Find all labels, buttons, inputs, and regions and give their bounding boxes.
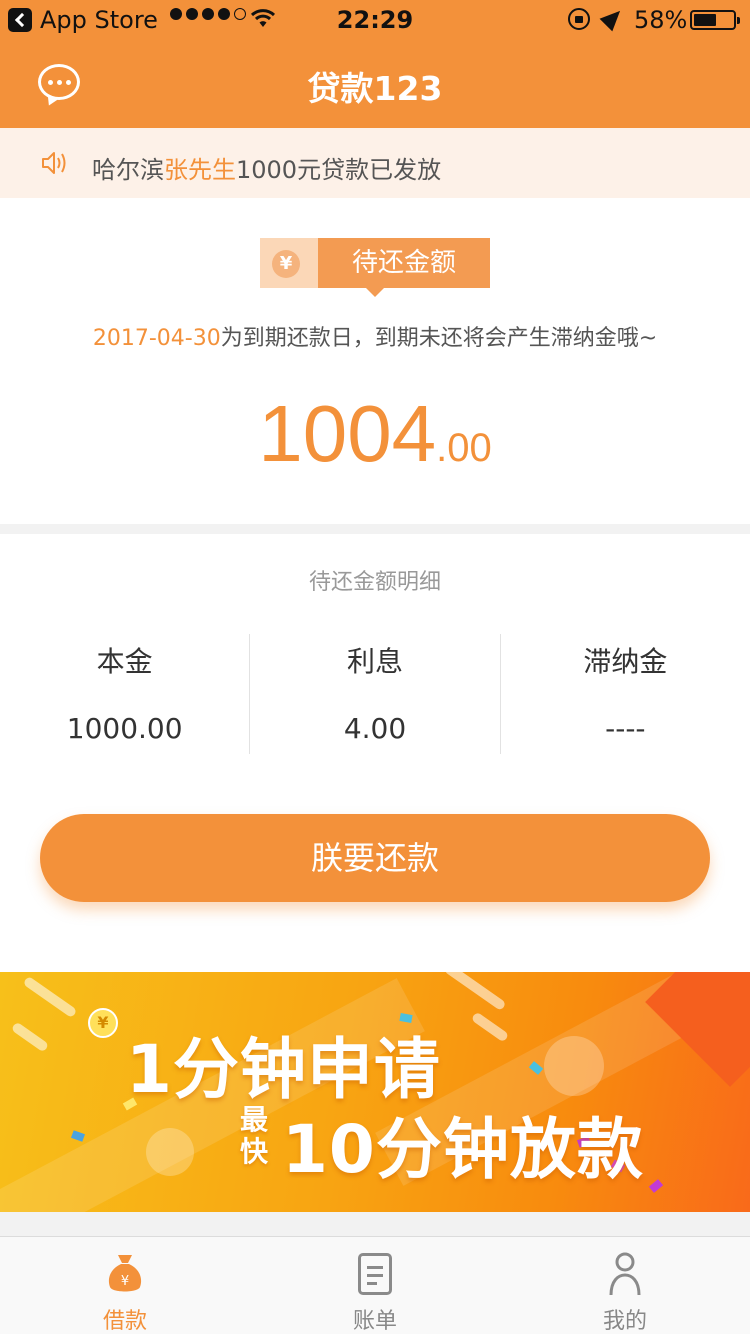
yen-coin-icon: ¥ [272, 250, 300, 278]
notice-highlight-name: 张先生 [164, 156, 236, 184]
rotation-lock-icon [568, 8, 590, 30]
coin-icon: ¥ [88, 1008, 118, 1038]
bill-icon [358, 1253, 392, 1295]
notice-text: 哈尔滨张先生1000元贷款已发放 [92, 156, 442, 184]
interest-label: 利息 [346, 645, 403, 678]
banner-subheadline: 10分钟放款 [282, 1111, 644, 1188]
money-bag-icon: ¥ [108, 1255, 142, 1292]
nav-bar: 贷款123 [0, 40, 750, 128]
page-title: 贷款123 [307, 69, 443, 108]
pending-amount: 1004.00 [258, 389, 492, 478]
svg-text:¥: ¥ [121, 1274, 129, 1289]
repayment-card: ¥ 待还金额 2017-04-30为到期还款日，到期未还将会产生滞纳金哦~ 10… [0, 198, 750, 524]
due-date: 2017-04-30 [92, 326, 221, 351]
tab-borrow-label: 借款 [102, 1309, 147, 1334]
interest-value: 4.00 [343, 712, 407, 745]
detail-card: 待还金额明细 本金 1000.00 利息 4.00 滞纳金 ---- 朕要还款 [0, 534, 750, 972]
detail-columns: 本金 1000.00 利息 4.00 滞纳金 ---- [0, 634, 750, 754]
tab-bills[interactable]: 账单 [250, 1237, 500, 1334]
due-date-notice: 2017-04-30为到期还款日，到期未还将会产生滞纳金哦~ [92, 326, 658, 351]
notice-bar: 哈尔滨张先生1000元贷款已发放 [0, 128, 750, 198]
detail-principal: 本金 1000.00 [0, 634, 249, 754]
detail-title: 待还金额明细 [308, 570, 441, 595]
banner-fastest-label: 最快 [240, 1103, 269, 1168]
user-icon [609, 1252, 641, 1296]
tab-bills-label: 账单 [352, 1309, 397, 1334]
badge-label: 待还金额 [351, 248, 456, 278]
pending-amount-badge: ¥ 待还金额 [260, 238, 490, 297]
late-fee-value: ---- [605, 712, 646, 745]
late-fee-label: 滞纳金 [583, 645, 668, 678]
promo-banner[interactable]: ¥ 1分钟申请 最快 10分钟放款 [0, 972, 750, 1212]
header: App Store 22:29 58% 贷款123 [0, 0, 750, 128]
tab-mine-label: 我的 [602, 1309, 647, 1334]
tab-borrow[interactable]: ¥ 借款 [0, 1237, 250, 1334]
principal-value: 1000.00 [66, 712, 183, 745]
detail-late-fee: 滞纳金 ---- [499, 634, 750, 754]
detail-interest: 利息 4.00 [249, 634, 499, 754]
principal-label: 本金 [96, 645, 153, 678]
repay-button[interactable]: 朕要还款 [40, 814, 710, 902]
status-bar: App Store 22:29 58% [0, 0, 750, 40]
tab-bar: ¥ 借款 账单 我的 [0, 1236, 750, 1334]
speaker-icon [42, 152, 66, 174]
battery-icon [690, 10, 740, 30]
battery-percent: 58% [634, 6, 688, 34]
tab-mine[interactable]: 我的 [500, 1237, 750, 1334]
